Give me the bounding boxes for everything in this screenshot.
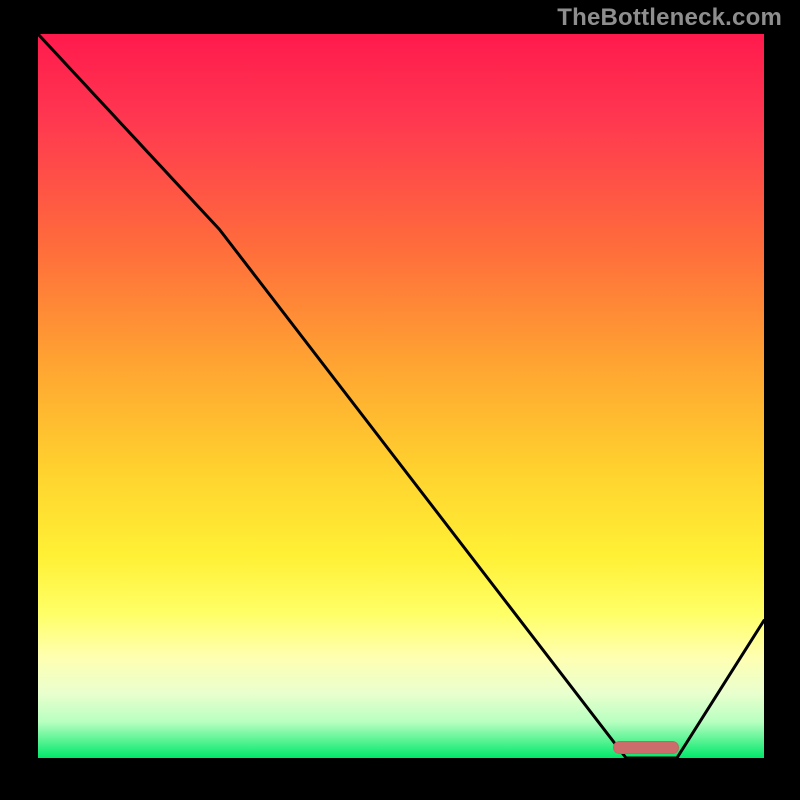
optimal-marker: [613, 741, 679, 754]
watermark-text: TheBottleneck.com: [557, 4, 782, 32]
chart-frame: TheBottleneck.com: [0, 0, 800, 800]
bottleneck-curve: [38, 34, 764, 758]
curve-svg: [38, 34, 764, 758]
plot-area: [38, 34, 764, 758]
